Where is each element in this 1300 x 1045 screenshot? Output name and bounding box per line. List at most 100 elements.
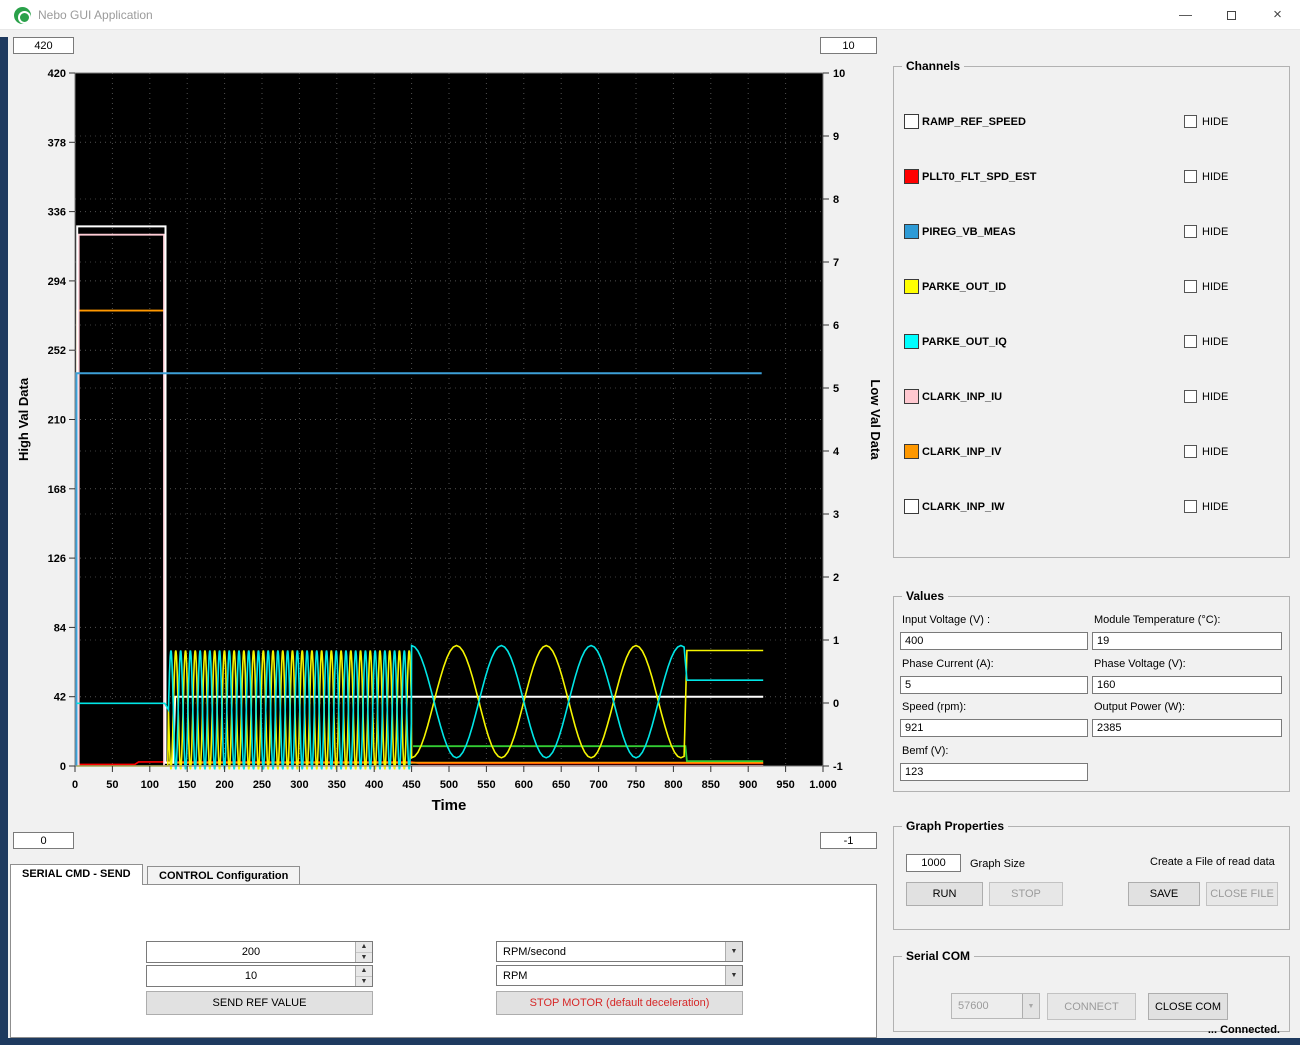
svg-text:252: 252 <box>48 345 66 357</box>
window-title: Nebo GUI Application <box>38 0 153 30</box>
hide-checkbox[interactable] <box>1184 390 1197 403</box>
value-field-label: Module Temperature (°C): <box>1094 614 1220 626</box>
ref-value-input[interactable] <box>147 942 355 962</box>
hide-toggle: HIDE <box>1184 170 1228 183</box>
channel-color-checkbox[interactable] <box>904 499 919 514</box>
y-right-min-input[interactable] <box>820 832 877 849</box>
hide-checkbox[interactable] <box>1184 170 1197 183</box>
svg-text:3: 3 <box>833 509 839 521</box>
channel-name: CLARK_INP_IW <box>922 501 1005 513</box>
svg-text:700: 700 <box>589 779 607 791</box>
hide-checkbox[interactable] <box>1184 445 1197 458</box>
channel-name: PIREG_VB_MEAS <box>922 226 1016 238</box>
channels-panel-title: Channels <box>902 59 964 73</box>
save-button[interactable]: SAVE <box>1128 882 1200 906</box>
value-field-label: Bemf (V): <box>902 745 948 757</box>
tab-serial-cmd-send[interactable]: SERIAL CMD - SEND <box>10 864 143 885</box>
channel-color-checkbox[interactable] <box>904 169 919 184</box>
value-field-input[interactable] <box>1092 719 1282 737</box>
ref-unit-value: RPM <box>497 966 725 985</box>
ramp-value-input[interactable] <box>147 966 355 986</box>
graph-size-input[interactable] <box>906 854 961 872</box>
spin-up-icon[interactable]: ▲ <box>356 966 372 977</box>
y-right-max-input[interactable] <box>820 37 877 54</box>
minimize-button[interactable]: — <box>1163 0 1208 30</box>
svg-text:500: 500 <box>440 779 458 791</box>
hide-checkbox[interactable] <box>1184 225 1197 238</box>
hide-toggle: HIDE <box>1184 335 1228 348</box>
hide-toggle: HIDE <box>1184 390 1228 403</box>
hide-checkbox[interactable] <box>1184 280 1197 293</box>
hide-toggle: HIDE <box>1184 225 1228 238</box>
close-file-button[interactable]: CLOSE FILE <box>1206 882 1278 906</box>
channel-color-checkbox[interactable] <box>904 334 919 349</box>
hide-checkbox[interactable] <box>1184 115 1197 128</box>
value-field-input[interactable] <box>900 632 1088 650</box>
svg-text:0: 0 <box>60 761 66 773</box>
svg-text:550: 550 <box>477 779 495 791</box>
channel-color-checkbox[interactable] <box>904 224 919 239</box>
svg-text:100: 100 <box>141 779 159 791</box>
channel-row: CLARK_INP_IVHIDE <box>904 444 1281 461</box>
run-button[interactable]: RUN <box>906 882 983 906</box>
ramp-unit-value: RPM/second <box>497 942 725 961</box>
svg-text:600: 600 <box>515 779 533 791</box>
close-com-button[interactable]: CLOSE COM <box>1148 993 1228 1020</box>
svg-text:42: 42 <box>54 692 66 704</box>
svg-text:210: 210 <box>48 415 66 427</box>
value-field-label: Output Power (W): <box>1094 701 1185 713</box>
channels-panel: Channels RAMP_REF_SPEEDHIDEPLLT0_FLT_SPD… <box>893 66 1290 558</box>
value-field-input[interactable] <box>900 719 1088 737</box>
spin-up-icon[interactable]: ▲ <box>356 942 372 953</box>
channel-row: CLARK_INP_IWHIDE <box>904 499 1281 516</box>
svg-text:420: 420 <box>48 68 66 80</box>
svg-text:336: 336 <box>48 207 66 219</box>
hide-label: HIDE <box>1202 446 1228 458</box>
maximize-button[interactable] <box>1209 0 1254 30</box>
value-field-input[interactable] <box>1092 676 1282 694</box>
channel-color-checkbox[interactable] <box>904 279 919 294</box>
value-field-input[interactable] <box>900 763 1088 781</box>
stop-button[interactable]: STOP <box>989 882 1063 906</box>
svg-text:6: 6 <box>833 320 839 332</box>
svg-text:9: 9 <box>833 131 839 143</box>
svg-text:Time: Time <box>432 797 467 814</box>
bottom-accent-strip <box>0 1038 1300 1045</box>
hide-label: HIDE <box>1202 336 1228 348</box>
ref-unit-dropdown[interactable]: RPM ▼ <box>496 965 743 986</box>
value-field-label: Phase Voltage (V): <box>1094 658 1186 670</box>
svg-text:High Val Data: High Val Data <box>16 377 31 461</box>
hide-checkbox[interactable] <box>1184 500 1197 513</box>
hide-checkbox[interactable] <box>1184 335 1197 348</box>
chevron-down-icon: ▼ <box>725 942 742 961</box>
value-field-label: Input Voltage (V) : <box>902 614 990 626</box>
connect-button[interactable]: CONNECT <box>1047 993 1136 1020</box>
spin-down-icon[interactable]: ▼ <box>356 977 372 987</box>
hide-label: HIDE <box>1202 116 1228 128</box>
app-logo-icon <box>14 7 31 24</box>
values-panel: Values Input Voltage (V) :Module Tempera… <box>893 596 1290 792</box>
baud-rate-value: 57600 <box>952 994 1022 1018</box>
y-left-max-input[interactable] <box>13 37 74 54</box>
spin-down-icon[interactable]: ▼ <box>356 953 372 963</box>
value-field-input[interactable] <box>1092 632 1282 650</box>
hide-toggle: HIDE <box>1184 280 1228 293</box>
svg-text:800: 800 <box>664 779 682 791</box>
svg-text:1: 1 <box>833 635 839 647</box>
channel-row: PLLT0_FLT_SPD_ESTHIDE <box>904 169 1281 186</box>
channel-name: RAMP_REF_SPEED <box>922 116 1026 128</box>
graph-properties-title: Graph Properties <box>902 819 1008 833</box>
ref-value-spinner: ▲ ▼ <box>146 941 373 963</box>
channel-color-checkbox[interactable] <box>904 389 919 404</box>
tab-control-configuration[interactable]: CONTROL Configuration <box>147 866 300 885</box>
graph-properties-panel: Graph Properties Graph Size Create a Fil… <box>893 826 1290 930</box>
baud-rate-dropdown[interactable]: 57600 ▼ <box>951 993 1040 1019</box>
y-left-min-input[interactable] <box>13 832 74 849</box>
channel-color-checkbox[interactable] <box>904 114 919 129</box>
close-button[interactable]: × <box>1255 0 1300 30</box>
send-ref-value-button[interactable]: SEND REF VALUE <box>146 991 373 1015</box>
ramp-unit-dropdown[interactable]: RPM/second ▼ <box>496 941 743 962</box>
value-field-input[interactable] <box>900 676 1088 694</box>
stop-motor-button[interactable]: STOP MOTOR (default deceleration) <box>496 991 743 1015</box>
channel-color-checkbox[interactable] <box>904 444 919 459</box>
